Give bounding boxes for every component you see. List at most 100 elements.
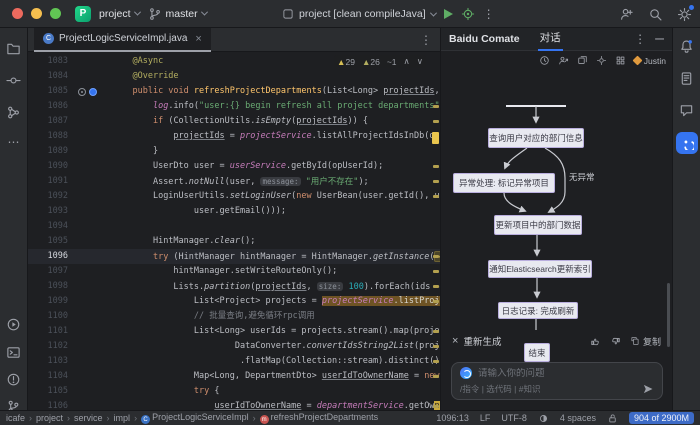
open-in-window-icon[interactable] <box>577 55 588 66</box>
stripe-mark[interactable] <box>433 180 439 183</box>
commit-tool-button[interactable] <box>4 70 24 90</box>
add-user-icon[interactable] <box>619 7 634 22</box>
close-tab-icon[interactable]: × <box>195 33 201 45</box>
code-line[interactable]: 1104 Map<Long, DepartmentDto> userIdToOw… <box>28 369 440 384</box>
code-line[interactable]: 1092 LoginUserUtils.setLoginUser(new Use… <box>28 189 440 204</box>
settings-button[interactable] <box>677 7 692 22</box>
stripe-mark[interactable] <box>432 132 439 144</box>
structure-tool-button[interactable] <box>4 102 24 122</box>
code-line[interactable]: 1096 try (HintManager hintManager = Hint… <box>28 249 440 264</box>
apps-grid-icon[interactable] <box>615 55 626 66</box>
indent-setting[interactable]: 4 spaces <box>560 413 596 423</box>
stripe-mark[interactable] <box>433 375 439 378</box>
code-line[interactable]: 1099 List<Project> projects = projectSer… <box>28 294 440 309</box>
code-line[interactable]: 1105 try { <box>28 384 440 399</box>
stripe-mark[interactable] <box>433 270 439 273</box>
code-line[interactable]: 1093 user.getEmail())); <box>28 204 440 219</box>
regenerate-button[interactable]: × 重新生成 <box>452 334 501 348</box>
search-icon[interactable] <box>648 7 663 22</box>
maximize-window-button[interactable] <box>50 8 61 19</box>
sync-status-icon[interactable] <box>538 413 549 424</box>
code-line[interactable]: 1090 UserDto user = userService.getById(… <box>28 159 440 174</box>
tab-projectlogicserviceimpl[interactable]: C ProjectLogicServiceImpl.java × <box>34 28 211 52</box>
thumbs-up-icon[interactable] <box>590 336 601 347</box>
tab-chat[interactable]: 对话 <box>538 28 563 51</box>
stripe-mark[interactable] <box>433 105 439 108</box>
chat-input-box[interactable]: /指令 | 选代码 | #知识 <box>451 362 663 400</box>
terminal-tool-button[interactable] <box>4 342 24 362</box>
code-line[interactable]: 1098 Lists.partition(projectIds, size: 1… <box>28 279 440 294</box>
lock-icon[interactable] <box>607 413 618 424</box>
branch-selector[interactable]: master <box>148 7 207 21</box>
code-line[interactable]: 1089 } <box>28 144 440 159</box>
next-problem-icon[interactable]: ∨ <box>417 56 423 67</box>
breadcrumb-item[interactable]: service <box>74 413 103 423</box>
line-ending[interactable]: LF <box>480 413 491 423</box>
hide-panel-icon[interactable]: – <box>655 30 664 48</box>
stripe-mark[interactable] <box>433 330 439 333</box>
file-encoding[interactable]: UTF-8 <box>501 413 527 423</box>
breadcrumb-item[interactable]: project <box>36 413 63 423</box>
code-line[interactable]: 1097 hintManager.setWriteRouteOnly(); <box>28 264 440 279</box>
code-line[interactable]: 1101 List<Long> userIds = projects.strea… <box>28 324 440 339</box>
more-tools-button[interactable]: ⋯ <box>4 132 24 152</box>
thumbs-down-icon[interactable] <box>610 336 621 347</box>
question-input[interactable] <box>478 368 628 379</box>
code-line[interactable]: 1087 if (CollectionUtils.isEmpty(project… <box>28 114 440 129</box>
copy-button[interactable]: 复制 <box>630 335 661 348</box>
share-icon[interactable] <box>558 55 569 66</box>
stripe-mark[interactable] <box>433 165 439 168</box>
stripe-mark[interactable] <box>433 195 439 198</box>
breadcrumb-item[interactable]: CProjectLogicServiceImpl <box>141 412 249 425</box>
more-actions-icon[interactable]: ⋮ <box>483 7 495 21</box>
stripe-mark[interactable] <box>433 345 439 348</box>
breadcrumb-item[interactable]: impl <box>114 413 131 423</box>
input-hints[interactable]: /指令 | 选代码 | #知识 <box>460 383 540 395</box>
settings-icon[interactable] <box>596 55 607 66</box>
user-account[interactable]: Justin <box>634 56 666 66</box>
code-line[interactable]: 1106 userIdToOwnerName = departmentServi… <box>28 399 440 410</box>
prev-problem-icon[interactable]: ∧ <box>404 56 410 67</box>
override-marker-icon[interactable] <box>78 88 86 96</box>
code-line[interactable]: 1086 log.info("user:{} begin refresh all… <box>28 99 440 114</box>
run-marker-icon[interactable] <box>89 88 97 96</box>
caret-position[interactable]: 1096:13 <box>436 413 469 423</box>
code-line[interactable]: 1084 @Override <box>28 69 440 84</box>
code-line[interactable]: 1103 .flatMap(Collection::stream).distin… <box>28 354 440 369</box>
run-button[interactable] <box>444 9 453 19</box>
stripe-mark[interactable] <box>433 255 439 258</box>
code-line[interactable]: 1085 public void refreshProjectDepartmen… <box>28 84 440 99</box>
memory-indicator[interactable]: 904 of 2900M <box>629 412 694 424</box>
coverage-icon[interactable] <box>461 7 475 21</box>
breadcrumb-item[interactable]: icafe <box>6 413 25 423</box>
code-line[interactable]: 1088 projectIds = projectService.listAll… <box>28 129 440 144</box>
problems-tool-button[interactable] <box>4 369 24 389</box>
comate-tool-button[interactable] <box>676 132 698 154</box>
send-icon[interactable] <box>642 383 654 395</box>
notifications-button[interactable] <box>677 36 697 56</box>
run-tool-button[interactable] <box>4 314 24 334</box>
project-tool-button[interactable] <box>4 38 24 58</box>
history-icon[interactable] <box>539 55 550 66</box>
inspections-widget[interactable]: ▲29 ▲26 ~1 ∧ ∨ <box>334 55 426 68</box>
ai-chat-tool-button[interactable] <box>677 100 697 120</box>
breadcrumb-item[interactable]: mrefreshProjectDepartments <box>260 412 379 425</box>
stripe-mark[interactable] <box>433 300 439 303</box>
project-selector[interactable]: project <box>99 8 140 20</box>
stripe-mark[interactable] <box>433 285 439 288</box>
code-line[interactable]: 1095 HintManager.clear(); <box>28 234 440 249</box>
code-line[interactable]: 1100 // 批量查询,避免循环rpc调用 <box>28 309 440 324</box>
documentation-tool-button[interactable] <box>677 68 697 88</box>
chat-scrollbar[interactable] <box>667 283 670 347</box>
run-configuration-selector[interactable]: project [clean compileJava] <box>282 8 436 20</box>
stripe-mark[interactable] <box>433 405 439 408</box>
code-line[interactable]: 1091 Assert.notNull(user, message: "用户不存… <box>28 174 440 189</box>
panel-options-icon[interactable]: ⋮ <box>634 32 646 46</box>
stripe-mark[interactable] <box>433 120 439 123</box>
stripe-mark[interactable] <box>433 360 439 363</box>
minimize-window-button[interactable] <box>31 8 42 19</box>
code-line[interactable]: 1102 DataConverter.convertIdsString2List… <box>28 339 440 354</box>
tab-options-icon[interactable]: ⋮ <box>420 33 432 47</box>
close-window-button[interactable] <box>12 8 23 19</box>
code-line[interactable]: 1094 <box>28 219 440 234</box>
